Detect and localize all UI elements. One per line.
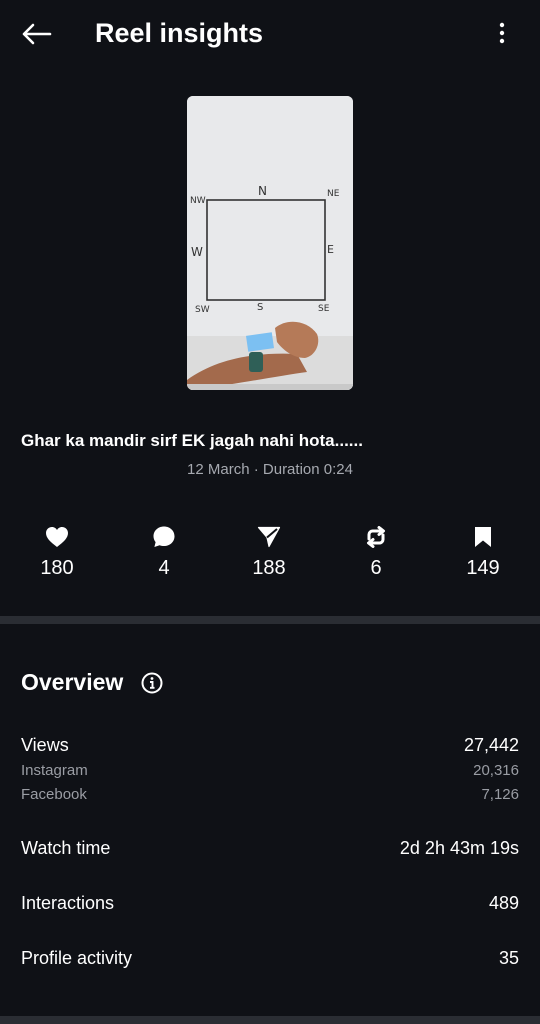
reel-meta: 12 March · Duration 0:24 [187, 461, 353, 478]
thumb-label-n: N [258, 184, 267, 198]
more-options-button[interactable] [490, 16, 514, 50]
stat-saves: 149 [443, 522, 523, 581]
info-button[interactable] [140, 671, 164, 695]
bottom-divider [0, 1016, 540, 1024]
facebook-value: 7,126 [481, 786, 519, 803]
interactions-label: Interactions [21, 893, 115, 913]
reel-thumbnail[interactable]: NW N NE W E SW S SE [187, 96, 353, 390]
repost-icon [367, 526, 385, 548]
watch-time-value: 2d 2h 43m 19s [399, 838, 519, 858]
instagram-row: Instagram 20,316 [21, 761, 519, 781]
reposts-count: 6 [370, 557, 382, 579]
shares-count: 188 [252, 557, 286, 579]
heart-icon [46, 527, 68, 547]
share-icon [257, 526, 281, 548]
thumbnail-illustration: NW N NE W E SW S SE [187, 96, 353, 390]
interactions-row[interactable]: Interactions 489 [21, 891, 519, 915]
stat-shares: 188 [229, 522, 309, 581]
thumb-label-se: SE [318, 304, 330, 314]
views-value: 27,442 [463, 735, 519, 755]
profile-activity-row[interactable]: Profile activity 35 [21, 946, 519, 970]
instagram-label: Instagram [21, 762, 88, 779]
interactions-value: 489 [488, 893, 519, 913]
watch-time-row: Watch time 2d 2h 43m 19s [21, 836, 519, 860]
comments-count: 4 [158, 557, 170, 579]
likes-count: 180 [40, 557, 74, 579]
thumb-label-s: S [257, 302, 263, 313]
back-button[interactable] [16, 16, 56, 52]
bookmark-icon [475, 527, 491, 547]
page-title: Reel insights [95, 18, 264, 48]
thumb-label-sw: SW [195, 305, 210, 315]
saves-count: 149 [466, 557, 500, 579]
profile-activity-label: Profile activity [21, 948, 133, 968]
instagram-value: 20,316 [473, 762, 519, 779]
facebook-label: Facebook [21, 786, 87, 803]
section-divider [0, 616, 540, 624]
profile-activity-value: 35 [498, 948, 519, 968]
info-icon [141, 672, 163, 694]
views-row: Views 27,442 [21, 733, 519, 757]
comment-icon [153, 526, 175, 547]
views-label: Views [21, 735, 69, 755]
stat-likes: 180 [17, 522, 97, 581]
thumb-label-e: E [327, 243, 334, 256]
stat-comments: 4 [124, 522, 204, 581]
watch-time-label: Watch time [21, 838, 111, 858]
header-bar: Reel insights [0, 0, 540, 66]
thumb-label-w: W [191, 245, 203, 259]
thumb-label-ne: NE [327, 189, 340, 199]
overview-title: Overview [21, 669, 124, 695]
arrow-left-icon [22, 23, 52, 45]
stat-reposts: 6 [336, 522, 416, 581]
reel-caption: Ghar ka mandir sirf EK jagah nahi hota..… [21, 431, 363, 450]
thumb-label-nw: NW [190, 196, 206, 206]
more-vertical-icon [499, 22, 505, 44]
facebook-row: Facebook 7,126 [21, 785, 519, 805]
